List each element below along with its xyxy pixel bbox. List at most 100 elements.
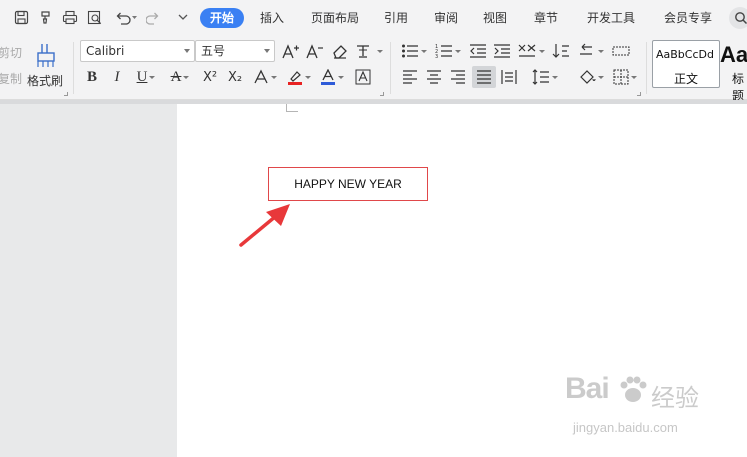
redo-icon[interactable] <box>146 8 168 26</box>
align-left-icon <box>403 70 417 84</box>
copy-label: 复制 <box>0 72 23 86</box>
align-left-button[interactable] <box>399 67 421 87</box>
grow-font-icon <box>282 44 299 59</box>
menu-bar: 开始 插入 页面布局 引用 审阅 视图 章节 开发工具 会员专享 <box>0 0 747 36</box>
highlighter-icon <box>288 71 302 85</box>
watermark-logo: Bai <box>565 372 610 405</box>
distributed-align-button[interactable] <box>498 67 520 87</box>
style-normal-name: 正文 <box>673 72 698 86</box>
font-size-value: 五号 <box>201 44 226 58</box>
bold-label: B <box>86 68 97 85</box>
format-painter-icon <box>37 44 55 67</box>
style-heading[interactable]: Aa 标题 <box>720 40 747 103</box>
tab-view[interactable]: 视图 <box>477 8 513 28</box>
search-icon[interactable] <box>729 7 747 29</box>
customize-dropdown-icon[interactable] <box>174 8 192 26</box>
line-spacing-button[interactable] <box>530 67 560 87</box>
tab-page-layout[interactable]: 页面布局 <box>306 8 364 28</box>
bold-button[interactable]: B <box>82 67 102 87</box>
tab-chapter[interactable]: 章节 <box>528 8 564 28</box>
text-box[interactable]: HAPPY NEW YEAR <box>268 167 428 201</box>
copy-button[interactable]: 复制 <box>0 70 22 87</box>
format-painter-button[interactable]: 格式刷 <box>27 40 67 96</box>
style-normal[interactable]: AaBbCcDd 正文 <box>652 40 720 88</box>
sort-icon <box>552 44 569 58</box>
text-effect-icon <box>254 69 268 84</box>
align-center-button[interactable] <box>423 67 445 87</box>
undo-icon[interactable] <box>113 8 139 26</box>
increase-indent-button[interactable] <box>491 41 513 61</box>
tab-developer[interactable]: 开发工具 <box>582 8 640 28</box>
character-border-icon <box>355 69 371 85</box>
svg-text:3: 3 <box>435 54 438 59</box>
tab-insert[interactable]: 插入 <box>252 8 292 28</box>
clear-format-button[interactable] <box>330 41 350 61</box>
text-effect-button[interactable] <box>251 67 279 87</box>
clipboard-dialog-launcher[interactable] <box>64 92 68 96</box>
phonetic-guide-icon <box>357 45 369 58</box>
tab-member[interactable]: 会员专享 <box>659 8 717 28</box>
numbered-list-button[interactable]: 123 <box>433 41 463 61</box>
save-icon[interactable] <box>12 8 30 26</box>
tab-home[interactable]: 开始 <box>200 8 244 28</box>
eraser-icon <box>333 45 347 59</box>
highlight-button[interactable] <box>285 67 313 87</box>
strikethrough-button[interactable]: A <box>165 67 195 87</box>
font-size-select[interactable]: 五号 <box>195 40 275 62</box>
distributed-align-icon <box>501 70 517 84</box>
print-icon[interactable] <box>61 8 79 26</box>
style-heading-sample: Aa <box>720 42 747 67</box>
align-center-icon <box>427 70 441 84</box>
justify-button[interactable] <box>473 67 495 87</box>
group-divider <box>73 42 74 94</box>
underline-button[interactable]: U <box>131 67 161 87</box>
subscript-label: X₂ <box>227 69 243 85</box>
justify-icon <box>477 70 491 84</box>
increase-indent-icon <box>494 44 510 58</box>
watermark-url: jingyan.baidu.com <box>573 420 678 435</box>
print-preview-icon[interactable] <box>86 8 104 26</box>
cut-button[interactable]: 剪切 <box>0 44 22 61</box>
tab-review[interactable]: 审阅 <box>428 8 464 28</box>
show-hide-marks-button[interactable] <box>576 41 606 61</box>
superscript-button[interactable]: X² <box>199 67 221 87</box>
bullet-list-button[interactable] <box>399 41 429 61</box>
strikethrough-label: A <box>170 68 182 85</box>
sort-button[interactable] <box>550 41 572 61</box>
character-border-button[interactable] <box>352 67 374 87</box>
phonetic-guide-button[interactable] <box>354 41 384 61</box>
italic-label: I <box>114 68 120 85</box>
tab-references[interactable]: 引用 <box>378 8 414 28</box>
chinese-layout-button[interactable] <box>516 41 546 61</box>
style-heading-name: 标题 <box>732 72 745 103</box>
paragraph-mark-icon <box>580 43 592 55</box>
format-painter-label: 格式刷 <box>27 74 64 88</box>
grow-font-button[interactable] <box>281 41 301 61</box>
chinese-layout-icon <box>518 44 536 57</box>
align-right-button[interactable] <box>447 67 469 87</box>
align-right-icon <box>451 70 465 84</box>
bullet-list-icon <box>402 44 418 58</box>
font-name-select[interactable]: Calibri <box>80 40 195 62</box>
tab-stops-button[interactable] <box>610 41 632 61</box>
page-margin-marker <box>286 104 298 112</box>
shading-button[interactable] <box>576 67 606 87</box>
shrink-font-button[interactable] <box>305 41 325 61</box>
annotation-arrow <box>239 204 290 247</box>
paw-icon <box>620 376 647 402</box>
subscript-button[interactable]: X₂ <box>224 67 246 87</box>
font-name-value: Calibri <box>86 44 125 58</box>
font-dialog-launcher[interactable] <box>380 92 384 96</box>
text-box-content: HAPPY NEW YEAR <box>294 177 402 191</box>
font-color-button[interactable] <box>318 67 346 87</box>
decrease-indent-button[interactable] <box>467 41 489 61</box>
cut-label: 剪切 <box>0 46 23 60</box>
borders-button[interactable] <box>610 67 640 87</box>
font-color-icon <box>321 69 335 85</box>
line-spacing-icon <box>532 69 549 85</box>
paragraph-dialog-launcher[interactable] <box>637 92 641 96</box>
group-divider <box>646 42 647 94</box>
borders-icon <box>613 69 629 85</box>
italic-button[interactable]: I <box>107 67 127 87</box>
format-painter-quick-icon[interactable] <box>37 8 55 26</box>
